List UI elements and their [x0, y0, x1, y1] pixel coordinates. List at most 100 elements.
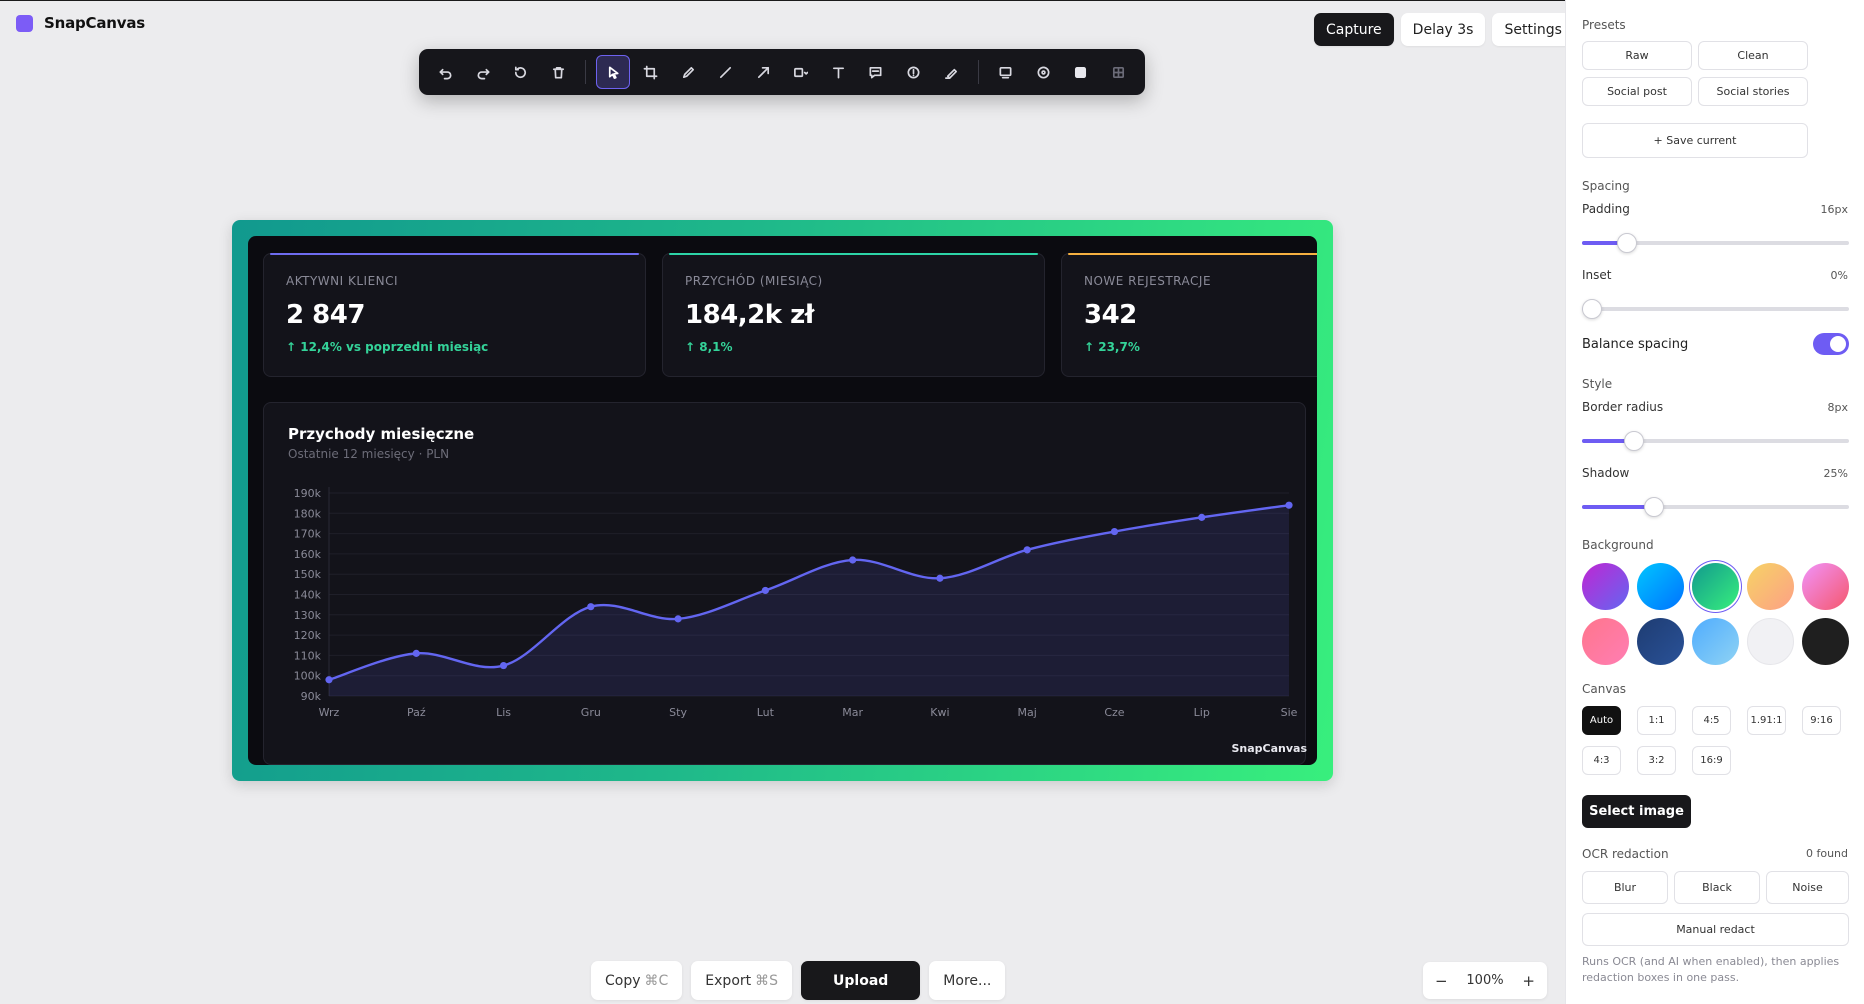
canvas-ratio-option[interactable]: Auto — [1582, 706, 1621, 735]
ocr-help-text: Runs OCR (and AI when enabled), then app… — [1582, 955, 1840, 984]
style-label: Style — [1582, 377, 1613, 391]
ocr-noise-button[interactable]: Noise — [1766, 871, 1849, 904]
slider-handle[interactable] — [1617, 233, 1637, 253]
kpi-value: 184,2k zł — [685, 300, 814, 330]
text-icon[interactable] — [822, 55, 856, 89]
blur-icon[interactable] — [989, 55, 1023, 89]
chart-title: Przychody miesięczne — [288, 425, 475, 443]
undo-icon[interactable] — [429, 55, 463, 89]
canvas-ratio-option[interactable]: 4:3 — [1582, 746, 1621, 775]
ocr-black-button[interactable]: Black — [1674, 871, 1760, 904]
y-tick-label: 90k — [301, 690, 322, 703]
preset-social-stories-button[interactable]: Social stories — [1698, 77, 1808, 106]
revenue-data-point — [1110, 527, 1119, 536]
settings-panel: Presets Raw Clean Social post Social sto… — [1565, 0, 1864, 1004]
export-button[interactable]: Export ⌘S — [691, 961, 793, 1000]
background-swatch[interactable] — [1582, 563, 1629, 610]
pixelate-icon[interactable] — [1102, 55, 1136, 89]
canvas-ratio-option[interactable]: 4:5 — [1692, 706, 1731, 735]
background-swatch[interactable] — [1692, 618, 1739, 665]
capture-button[interactable]: Capture — [1314, 13, 1394, 46]
x-tick-label: Gru — [581, 706, 601, 719]
ocr-blur-button[interactable]: Blur — [1582, 871, 1668, 904]
pointer-icon[interactable] — [596, 55, 630, 89]
background-swatch[interactable] — [1637, 618, 1684, 665]
copy-button[interactable]: Copy ⌘C — [591, 961, 683, 1000]
shape-icon[interactable] — [784, 55, 818, 89]
canvas-label: Canvas — [1582, 682, 1627, 696]
save-preset-button[interactable]: + Save current — [1582, 123, 1808, 158]
revenue-data-point — [761, 586, 769, 595]
more-button[interactable]: More... — [929, 961, 1006, 1000]
presets-label: Presets — [1582, 18, 1626, 32]
watermark: SnapCanvas — [1231, 742, 1307, 755]
spacing-label: Spacing — [1582, 179, 1630, 193]
kpi-label: PRZYCHÓD (MIESIĄC) — [685, 274, 823, 288]
highlighter-icon[interactable] — [934, 55, 968, 89]
revenue-data-point — [1285, 501, 1293, 509]
background-swatch[interactable] — [1637, 563, 1684, 610]
y-tick-label: 190k — [294, 487, 322, 500]
app-logo-icon — [16, 14, 33, 32]
revenue-data-point — [325, 676, 333, 684]
kpi-card-clients: AKTYWNI KLIENCI 2 847 ↑ 12,4% vs poprzed… — [263, 253, 646, 377]
inset-slider[interactable] — [1582, 299, 1849, 319]
annotation-toolbar — [419, 49, 1145, 95]
canvas-ratio-option[interactable]: 9:16 — [1802, 706, 1841, 735]
background-swatch[interactable] — [1802, 563, 1849, 610]
canvas-frame[interactable]: AKTYWNI KLIENCI 2 847 ↑ 12,4% vs poprzed… — [232, 220, 1333, 781]
canvas-ratio-option[interactable]: 1:1 — [1637, 706, 1676, 735]
settings-button[interactable]: Settings — [1492, 13, 1574, 46]
revenue-data-point — [936, 574, 944, 582]
delay-button[interactable]: Delay 3s — [1400, 13, 1486, 46]
canvas-ratio-option[interactable]: 1.91:1 — [1747, 706, 1786, 735]
rect-fill-icon[interactable] — [1064, 55, 1098, 89]
background-swatch[interactable] — [1747, 563, 1794, 610]
balance-spacing-label: Balance spacing — [1582, 337, 1689, 352]
zoom-in-button[interactable]: + — [1522, 972, 1535, 990]
background-swatch[interactable] — [1747, 618, 1794, 665]
preset-clean-button[interactable]: Clean — [1698, 41, 1808, 70]
zoom-out-button[interactable]: − — [1435, 972, 1448, 990]
slider-handle[interactable] — [1644, 497, 1664, 517]
balance-spacing-toggle[interactable] — [1813, 333, 1849, 355]
spotlight-icon[interactable] — [1026, 55, 1060, 89]
crop-icon[interactable] — [634, 55, 668, 89]
background-swatch[interactable] — [1692, 563, 1739, 610]
shadow-value: 25% — [1823, 467, 1848, 480]
x-tick-label: Wrz — [319, 706, 340, 719]
padding-slider[interactable] — [1582, 233, 1849, 253]
y-tick-label: 100k — [294, 670, 322, 683]
trash-icon[interactable] — [542, 55, 576, 89]
line-icon[interactable] — [709, 55, 743, 89]
toolbar-divider — [585, 60, 587, 84]
x-tick-label: Mar — [842, 706, 863, 719]
pen-icon[interactable] — [671, 55, 705, 89]
kpi-card-revenue: PRZYCHÓD (MIESIĄC) 184,2k zł ↑ 8,1% — [662, 253, 1045, 377]
shadow-slider[interactable] — [1582, 497, 1849, 517]
manual-redact-button[interactable]: Manual redact — [1582, 913, 1849, 946]
canvas-ratio-option[interactable]: 16:9 — [1692, 746, 1731, 775]
revenue-data-point — [587, 603, 595, 611]
preset-raw-button[interactable]: Raw — [1582, 41, 1692, 70]
border-radius-slider[interactable] — [1582, 431, 1849, 451]
inset-value: 0% — [1830, 269, 1848, 282]
captured-screenshot[interactable]: AKTYWNI KLIENCI 2 847 ↑ 12,4% vs poprzed… — [248, 236, 1317, 765]
comment-icon[interactable] — [859, 55, 893, 89]
upload-button[interactable]: Upload — [801, 961, 921, 1000]
zoom-control: − 100% + — [1423, 962, 1547, 999]
slider-handle[interactable] — [1624, 431, 1644, 451]
arrow-icon[interactable] — [747, 55, 781, 89]
select-image-button[interactable]: Select image — [1582, 795, 1691, 828]
app-name: SnapCanvas — [44, 14, 145, 32]
counter-icon[interactable] — [897, 55, 931, 89]
redo-icon[interactable] — [467, 55, 501, 89]
canvas-ratio-option[interactable]: 3:2 — [1637, 746, 1676, 775]
y-tick-label: 110k — [294, 649, 322, 662]
background-swatch[interactable] — [1582, 618, 1629, 665]
preset-social-post-button[interactable]: Social post — [1582, 77, 1692, 106]
background-swatch[interactable] — [1802, 618, 1849, 665]
slider-handle[interactable] — [1582, 299, 1602, 319]
chart-subtitle: Ostatnie 12 miesięcy · PLN — [288, 447, 450, 461]
reset-icon[interactable] — [504, 55, 538, 89]
